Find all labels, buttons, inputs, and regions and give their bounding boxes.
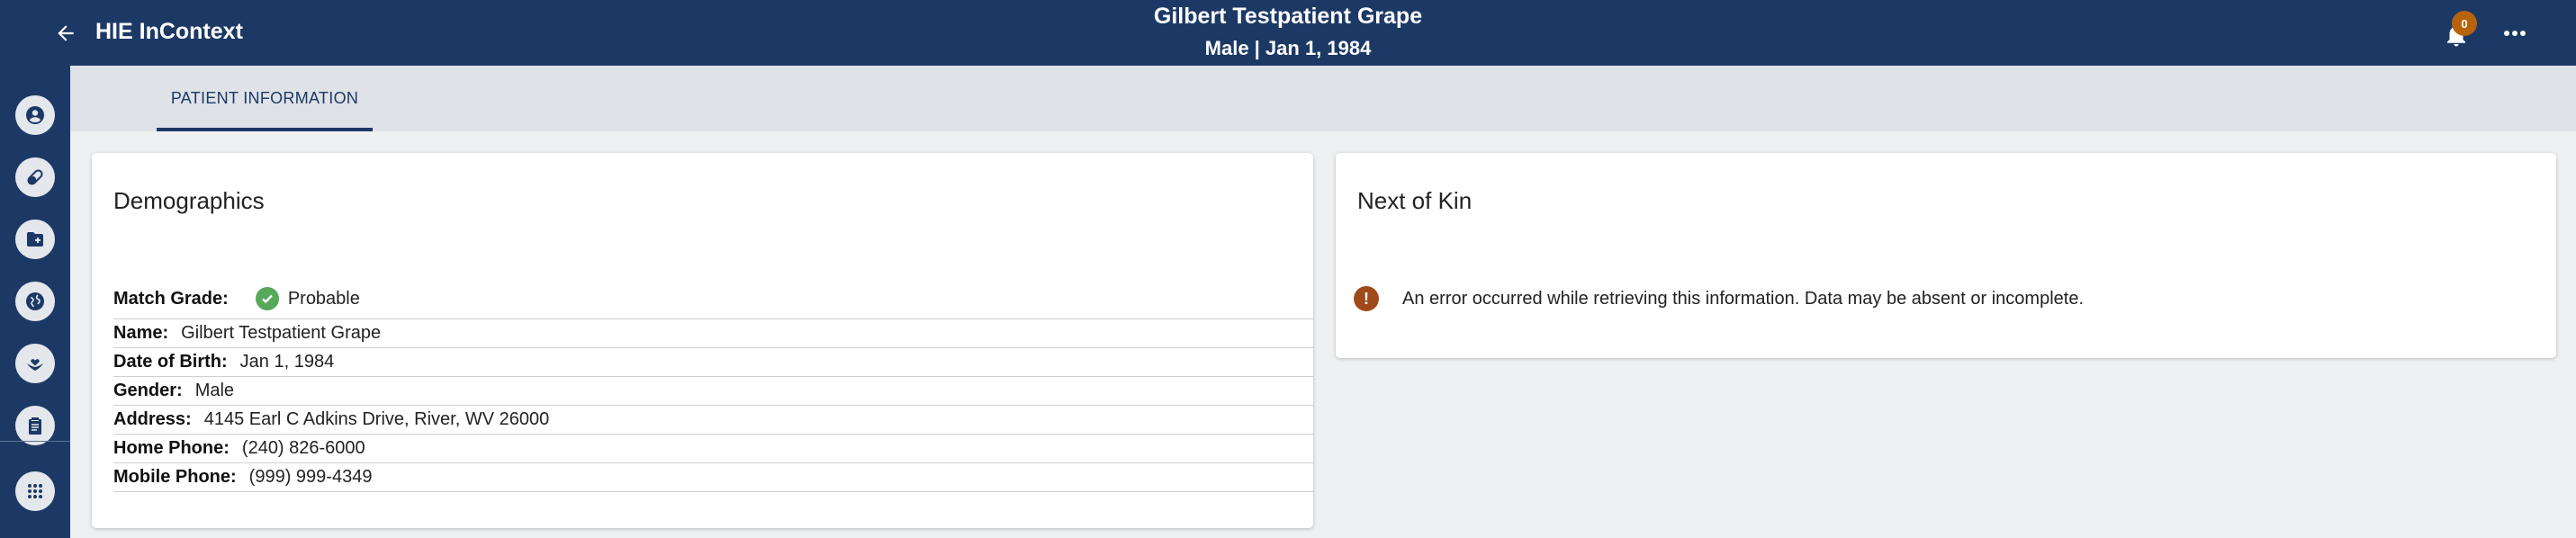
dob-label: Date of Birth: [113,352,228,372]
sidebar-item-documents[interactable] [15,220,55,259]
clipboard-icon [29,417,41,435]
sidebar-item-medications[interactable] [15,157,55,197]
sidebar-divider [0,441,70,442]
sidebar-item-clinical-notes[interactable] [15,406,55,445]
mobile-phone-value: (999) 999-4349 [248,467,373,487]
name-label: Name: [113,323,169,343]
demographics-row-gender: Gender: Male [113,377,1314,406]
demographics-row-address: Address: 4145 Earl C Adkins Drive, River… [113,406,1314,435]
demographics-title: Demographics [113,187,265,214]
sidebar-item-apps[interactable] [15,471,55,511]
more-options-button[interactable] [2499,20,2531,47]
hand-heart-icon [27,359,43,371]
home-phone-label: Home Phone: [113,438,230,458]
sidebar-item-encounters[interactable] [15,282,55,321]
home-phone-value: (240) 826-6000 [241,438,365,458]
patient-name: Gilbert Testpatient Grape [1153,4,1423,29]
demographics-row-dob: Date of Birth: Jan 1, 1984 [113,348,1314,377]
name-value: Gilbert Testpatient Grape [181,323,382,343]
error-message-row: ! An error occurred while retrieving thi… [1354,286,2084,311]
demographics-row-mobile-phone: Mobile Phone: (999) 999-4349 [113,463,1314,492]
globe-icon [26,292,44,310]
next-of-kin-card: Next of Kin ! An error occurred while re… [1336,153,2556,358]
account-circle-icon [26,106,44,124]
address-label: Address: [113,409,192,429]
demographics-card: Demographics Match Grade: Probable Name:… [92,153,1314,528]
tab-patient-information[interactable]: PATIENT INFORMATION [157,66,373,131]
more-horizontal-icon [2504,31,2526,36]
folder-plus-icon [27,232,43,247]
error-message: An error occurred while retrieving this … [1402,288,2085,309]
sidebar-item-patient[interactable] [15,95,55,135]
sidebar-item-care[interactable] [15,344,55,383]
match-grade-value: Probable [287,288,360,309]
notification-count-badge: 0 [2452,11,2477,36]
patient-summary: Male | Jan 1, 1984 [1204,37,1372,59]
address-value: 4145 Earl C Adkins Drive, River, WV 2600… [203,409,550,429]
mobile-phone-label: Mobile Phone: [113,467,237,487]
gender-value: Male [194,381,235,400]
match-grade-label: Match Grade: [113,288,229,309]
apps-grid-icon [28,484,42,498]
gender-label: Gender: [113,381,183,400]
app-header: HIE InContext Gilbert Testpatient Grape … [0,0,2576,66]
sidebar [0,66,70,538]
match-grade-row: Match Grade: Probable [113,283,360,314]
check-circle-icon [255,287,279,310]
error-icon: ! [1354,286,1379,311]
pill-icon [27,169,43,185]
demographics-row-home-phone: Home Phone: (240) 826-6000 [113,435,1314,463]
demographics-row-name: Name: Gilbert Testpatient Grape [113,319,1314,348]
tab-bar: PATIENT INFORMATION [70,66,2576,131]
next-of-kin-title: Next of Kin [1357,187,1473,214]
dob-value: Jan 1, 1984 [239,352,335,372]
